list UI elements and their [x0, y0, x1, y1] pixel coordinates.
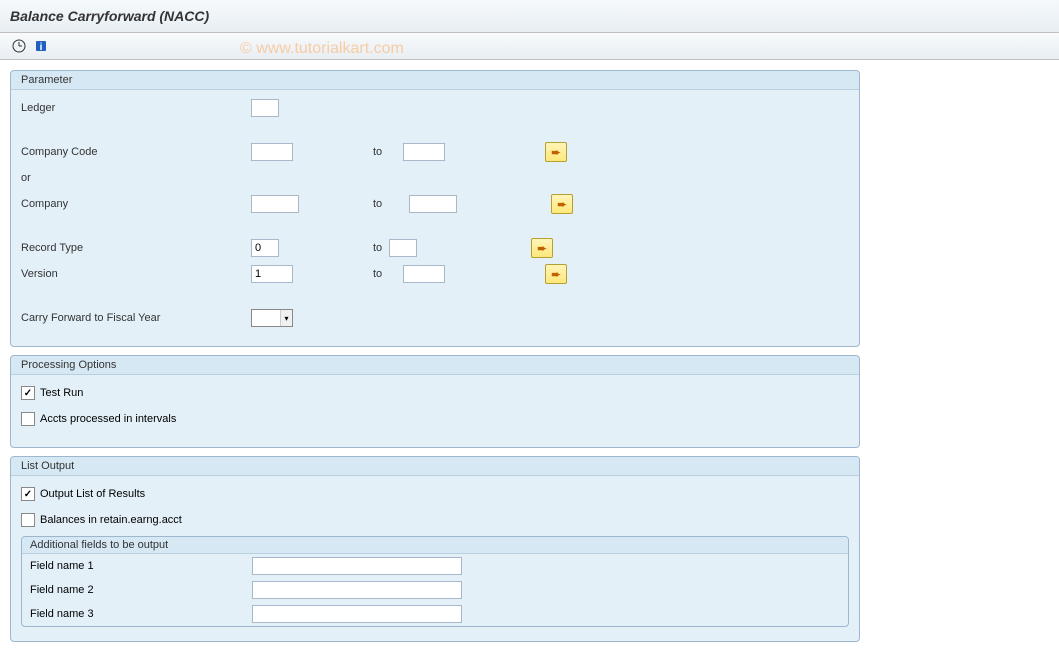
record-type-from-input[interactable]: [251, 239, 279, 257]
company-range-button[interactable]: ➨: [551, 194, 573, 214]
field1-input[interactable]: [252, 557, 462, 575]
version-label: Version: [21, 268, 251, 280]
content-area: Parameter Ledger Company Code to ➨ or Co…: [0, 60, 870, 660]
company-code-to-input[interactable]: [403, 143, 445, 161]
parameter-group-title: Parameter: [11, 71, 859, 90]
value-help-icon[interactable]: ▾: [280, 310, 292, 326]
balances-retain-label: Balances in retain.earng.acct: [40, 514, 182, 526]
company-label: Company: [21, 198, 251, 210]
carry-forward-valuehelp[interactable]: ▾: [251, 309, 293, 327]
processing-group: Processing Options Test Run Accts proces…: [10, 355, 860, 448]
output-results-checkbox[interactable]: [21, 487, 35, 501]
list-output-group-title: List Output: [11, 457, 859, 476]
page-title: Balance Carryforward (NACC): [0, 0, 1059, 33]
arrow-right-icon: ➨: [551, 146, 560, 159]
or-label: or: [21, 172, 251, 184]
svg-text:i: i: [40, 42, 43, 53]
processing-group-title: Processing Options: [11, 356, 859, 375]
field2-input[interactable]: [252, 581, 462, 599]
ledger-input[interactable]: [251, 99, 279, 117]
arrow-right-icon: ➨: [557, 198, 566, 211]
field3-input[interactable]: [252, 605, 462, 623]
record-type-to-input[interactable]: [389, 239, 417, 257]
field3-label: Field name 3: [30, 608, 252, 620]
carry-forward-label: Carry Forward to Fiscal Year: [21, 312, 251, 324]
test-run-label: Test Run: [40, 387, 83, 399]
company-to-input[interactable]: [409, 195, 457, 213]
accts-intervals-checkbox[interactable]: [21, 412, 35, 426]
list-output-group: List Output Output List of Results Balan…: [10, 456, 860, 642]
accts-intervals-label: Accts processed in intervals: [40, 413, 176, 425]
company-code-range-button[interactable]: ➨: [545, 142, 567, 162]
test-run-checkbox[interactable]: [21, 386, 35, 400]
arrow-right-icon: ➨: [551, 268, 560, 281]
parameter-group: Parameter Ledger Company Code to ➨ or Co…: [10, 70, 860, 347]
toolbar: i: [0, 33, 1059, 60]
carry-forward-input[interactable]: [252, 311, 280, 325]
version-range-button[interactable]: ➨: [545, 264, 567, 284]
additional-fields-title: Additional fields to be output: [22, 537, 848, 554]
company-code-from-input[interactable]: [251, 143, 293, 161]
to-label-1: to: [293, 146, 403, 158]
version-from-input[interactable]: [251, 265, 293, 283]
info-icon[interactable]: i: [32, 37, 50, 55]
execute-icon[interactable]: [10, 37, 28, 55]
record-type-label: Record Type: [21, 242, 251, 254]
company-from-input[interactable]: [251, 195, 299, 213]
additional-fields-group: Additional fields to be output Field nam…: [21, 536, 849, 627]
output-results-label: Output List of Results: [40, 488, 145, 500]
record-type-range-button[interactable]: ➨: [531, 238, 553, 258]
field2-label: Field name 2: [30, 584, 252, 596]
to-label-3: to: [279, 242, 389, 254]
to-label-4: to: [293, 268, 403, 280]
version-to-input[interactable]: [403, 265, 445, 283]
ledger-label: Ledger: [21, 102, 251, 114]
balances-retain-checkbox[interactable]: [21, 513, 35, 527]
company-code-label: Company Code: [21, 146, 251, 158]
to-label-2: to: [299, 198, 409, 210]
field1-label: Field name 1: [30, 560, 252, 572]
arrow-right-icon: ➨: [537, 242, 546, 255]
